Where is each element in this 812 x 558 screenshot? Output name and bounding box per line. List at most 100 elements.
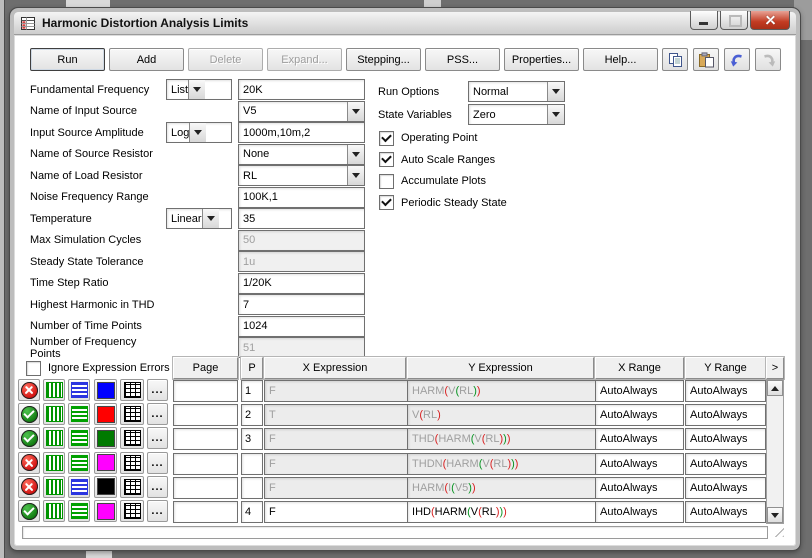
ignore-expression-errors[interactable]: Ignore Expression Errors bbox=[26, 359, 170, 377]
chevron-down-icon[interactable] bbox=[188, 80, 206, 100]
temperature-field[interactable]: 35 bbox=[238, 208, 365, 230]
plot-group-input[interactable] bbox=[241, 476, 263, 499]
delete-button[interactable]: Delete bbox=[188, 48, 263, 71]
state-variables-combo[interactable]: Zero bbox=[468, 104, 565, 125]
number-of-time-points-field[interactable]: 1024 bbox=[238, 315, 365, 337]
run-button[interactable]: Run bbox=[30, 48, 105, 71]
page-input[interactable] bbox=[173, 428, 238, 451]
pss-button[interactable]: PSS... bbox=[425, 48, 500, 71]
column-header-p[interactable]: P bbox=[241, 357, 263, 379]
noise-frequency-range-field[interactable]: 100K,1 bbox=[238, 186, 365, 208]
y-expression-input[interactable]: T H D N(H A R M(V(R L))) bbox=[407, 452, 598, 475]
y-range-input[interactable]: AutoAlways bbox=[685, 404, 766, 427]
maximize-button[interactable] bbox=[720, 11, 748, 30]
numeric-output-button[interactable] bbox=[120, 403, 144, 426]
checkbox[interactable] bbox=[379, 173, 394, 189]
expression-builder-button[interactable]: ... bbox=[147, 475, 168, 498]
numeric-output-button[interactable] bbox=[120, 500, 144, 522]
number-of-frequency-points-field[interactable]: 51 bbox=[238, 337, 365, 359]
plot-group-input[interactable] bbox=[241, 452, 263, 475]
page-input[interactable] bbox=[173, 501, 238, 523]
column-header-y-expression[interactable]: Y Expression bbox=[407, 357, 594, 379]
name-of-source-resistor-field[interactable]: None bbox=[238, 143, 365, 165]
x-expression-input[interactable]: F bbox=[264, 380, 410, 402]
x-expression-input[interactable]: F bbox=[264, 428, 410, 451]
close-button[interactable] bbox=[750, 11, 790, 30]
y-expression-input[interactable]: V(R L) bbox=[407, 404, 598, 427]
copy-button[interactable] bbox=[662, 48, 688, 71]
x-expression-input[interactable]: F bbox=[264, 452, 410, 475]
x-range-input[interactable]: AutoAlways bbox=[595, 404, 684, 427]
periodic-steady-state-checkbox-row[interactable]: Periodic Steady State bbox=[379, 193, 507, 213]
x-range-input[interactable]: AutoAlways bbox=[595, 476, 684, 499]
line-style-button[interactable] bbox=[68, 475, 90, 498]
more-columns-button[interactable]: > bbox=[766, 357, 784, 379]
x-range-input[interactable]: AutoAlways bbox=[595, 380, 684, 402]
page-input[interactable] bbox=[173, 452, 238, 475]
curve-color-button[interactable] bbox=[94, 500, 117, 522]
x-expression-input[interactable]: F bbox=[264, 476, 410, 499]
hatch-style-button[interactable] bbox=[43, 427, 65, 450]
plot-group-input[interactable]: 1 bbox=[241, 380, 263, 402]
properties-button[interactable]: Properties... bbox=[504, 48, 579, 71]
line-style-button[interactable] bbox=[68, 500, 90, 522]
chevron-down-icon[interactable] bbox=[347, 101, 364, 121]
chevron-down-icon[interactable] bbox=[547, 82, 564, 101]
steady-state-tolerance-field[interactable]: 1u bbox=[238, 251, 365, 273]
operating-point-checkbox-row[interactable]: Operating Point bbox=[379, 128, 477, 148]
curve-color-button[interactable] bbox=[94, 403, 117, 426]
chevron-down-icon[interactable] bbox=[201, 209, 219, 229]
line-style-button[interactable] bbox=[68, 403, 90, 426]
chevron-down-icon[interactable] bbox=[347, 166, 364, 186]
x-range-input[interactable]: AutoAlways bbox=[595, 452, 684, 475]
y-expression-input[interactable]: H A R M(V(R L)) bbox=[407, 380, 598, 402]
scroll-down-button[interactable] bbox=[767, 507, 783, 523]
hatch-style-button[interactable] bbox=[43, 451, 65, 474]
expression-builder-button[interactable]: ... bbox=[147, 451, 168, 474]
paste-button[interactable] bbox=[693, 48, 719, 71]
hatch-style-button[interactable] bbox=[43, 500, 65, 522]
undo-button[interactable] bbox=[724, 48, 750, 71]
numeric-output-button[interactable] bbox=[120, 427, 144, 450]
y-range-input[interactable]: AutoAlways bbox=[685, 452, 766, 475]
checkbox[interactable] bbox=[379, 195, 394, 210]
chevron-down-icon[interactable] bbox=[347, 144, 364, 164]
numeric-output-button[interactable] bbox=[120, 475, 144, 498]
hatch-style-button[interactable] bbox=[43, 403, 65, 426]
accumulate-plots-checkbox-row[interactable]: Accumulate Plots bbox=[379, 171, 486, 191]
checkbox[interactable] bbox=[379, 130, 394, 146]
page-input[interactable] bbox=[173, 404, 238, 427]
method-combo[interactable]: Log bbox=[166, 122, 232, 144]
y-range-input[interactable]: AutoAlways bbox=[685, 380, 766, 402]
curve-enable-button[interactable] bbox=[18, 475, 40, 498]
numeric-output-button[interactable] bbox=[120, 379, 144, 401]
stepping-button[interactable]: Stepping... bbox=[346, 48, 421, 71]
line-style-button[interactable] bbox=[68, 379, 90, 401]
plot-group-input[interactable]: 4 bbox=[241, 501, 263, 523]
highest-harmonic-in-thd-field[interactable]: 7 bbox=[238, 294, 365, 316]
chevron-down-icon[interactable] bbox=[547, 105, 564, 124]
page-input[interactable] bbox=[173, 380, 238, 402]
x-expression-input[interactable]: F bbox=[264, 501, 410, 523]
fundamental-frequency-field[interactable]: 20K bbox=[238, 79, 365, 101]
y-range-input[interactable]: AutoAlways bbox=[685, 476, 766, 499]
checkbox[interactable] bbox=[26, 360, 41, 376]
y-expression-input[interactable]: H A R M(I(V 5)) bbox=[407, 476, 598, 499]
redo-button[interactable] bbox=[755, 48, 781, 71]
input-source-amplitude-field[interactable]: 1000m,10m,2 bbox=[238, 122, 365, 144]
y-expression-input[interactable]: I H D(H A R M(V(R L))) bbox=[407, 501, 598, 523]
y-range-input[interactable]: AutoAlways bbox=[685, 428, 766, 451]
column-header-y-range[interactable]: Y Range bbox=[685, 357, 766, 379]
run-options-combo[interactable]: Normal bbox=[468, 81, 565, 102]
expression-builder-button[interactable]: ... bbox=[147, 427, 168, 450]
expand-button[interactable]: Expand... bbox=[267, 48, 342, 71]
titlebar[interactable]: Harmonic Distortion Analysis Limits bbox=[14, 11, 796, 35]
expression-builder-button[interactable]: ... bbox=[147, 379, 168, 401]
curve-enable-button[interactable] bbox=[18, 500, 40, 522]
vertical-scrollbar[interactable] bbox=[766, 379, 784, 524]
curve-enable-button[interactable] bbox=[18, 379, 40, 401]
y-expression-input[interactable]: T H D(H A R M(V(R L))) bbox=[407, 428, 598, 451]
chevron-down-icon[interactable] bbox=[189, 123, 207, 143]
curve-color-button[interactable] bbox=[94, 451, 117, 474]
expression-builder-button[interactable]: ... bbox=[147, 500, 168, 522]
